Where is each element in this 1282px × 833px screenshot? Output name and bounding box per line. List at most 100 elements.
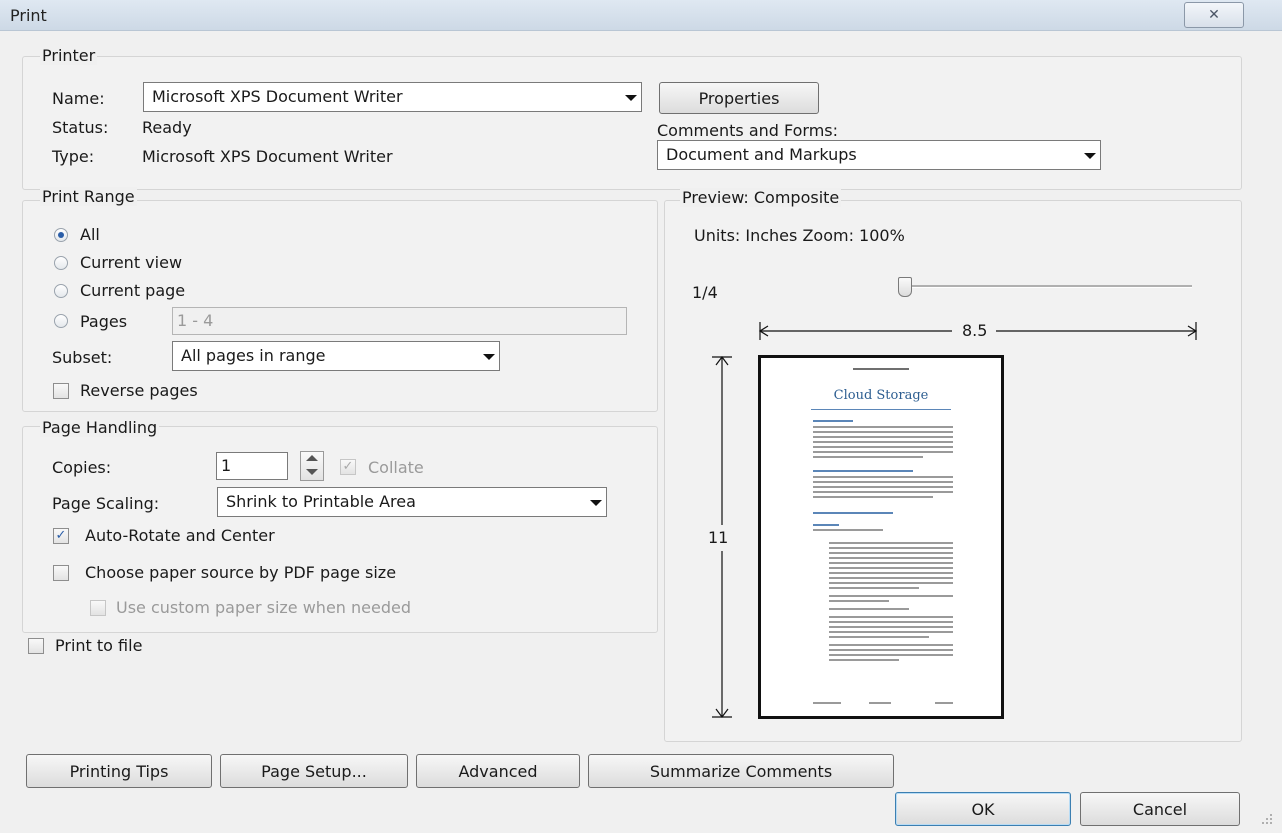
copies-input[interactable]: 1 xyxy=(216,452,288,480)
doc-bullet-line xyxy=(829,567,953,569)
doc-subheading xyxy=(813,524,839,526)
type-label: Type: xyxy=(52,147,95,166)
doc-text-line xyxy=(813,451,953,453)
radio-all[interactable] xyxy=(54,228,68,242)
doc-title-rule xyxy=(811,409,951,410)
window-title: Print xyxy=(10,6,47,25)
print-range-title: Print Range xyxy=(40,187,137,206)
cancel-button[interactable]: Cancel xyxy=(1080,792,1240,826)
doc-header-line xyxy=(853,368,909,370)
height-label: 11 xyxy=(708,528,729,547)
doc-bullet-line xyxy=(829,631,953,633)
doc-text-line xyxy=(813,441,953,443)
doc-bullet-line xyxy=(829,595,953,597)
auto-rotate-checkbox[interactable]: ✓ xyxy=(53,528,69,544)
custom-paper-label: Use custom paper size when needed xyxy=(116,598,411,617)
doc-bullet-line xyxy=(829,654,953,656)
summarize-comments-button[interactable]: Summarize Comments xyxy=(588,754,894,788)
paper-source-checkbox[interactable] xyxy=(53,565,69,581)
doc-bullet-line xyxy=(829,572,953,574)
custom-paper-checkbox[interactable] xyxy=(90,600,106,616)
comments-forms-value: Document and Markups xyxy=(666,145,857,164)
ok-button[interactable]: OK xyxy=(895,792,1071,826)
advanced-button[interactable]: Advanced xyxy=(416,754,580,788)
page-indicator: 1/4 xyxy=(692,283,718,302)
printer-name-select[interactable]: Microsoft XPS Document Writer xyxy=(143,82,642,112)
units-zoom-label: Units: Inches Zoom: 100% xyxy=(694,226,905,245)
radio-current-view[interactable] xyxy=(54,256,68,270)
status-label: Status: xyxy=(52,118,109,137)
doc-footer-center xyxy=(869,702,891,704)
doc-text-line xyxy=(813,529,883,531)
doc-text-line xyxy=(813,456,923,458)
doc-bullet-line xyxy=(829,582,953,584)
comments-forms-select[interactable]: Document and Markups xyxy=(657,140,1101,170)
collate-label: Collate xyxy=(368,458,424,477)
page-setup-label: Page Setup... xyxy=(261,761,367,781)
printer-name-value: Microsoft XPS Document Writer xyxy=(152,87,403,106)
print-to-file-checkbox[interactable] xyxy=(28,638,44,654)
radio-all-label: All xyxy=(80,225,100,244)
reverse-pages-label: Reverse pages xyxy=(80,381,198,400)
status-value: Ready xyxy=(142,118,192,137)
doc-bullet-line xyxy=(829,636,929,638)
doc-text-line xyxy=(813,426,953,428)
chevron-down-icon xyxy=(590,500,602,506)
copies-label: Copies: xyxy=(52,458,112,477)
doc-text-line xyxy=(813,446,953,448)
width-label: 8.5 xyxy=(962,321,988,340)
doc-heading xyxy=(813,470,913,472)
spin-up-icon[interactable] xyxy=(306,455,318,461)
radio-pages-label: Pages xyxy=(80,312,128,331)
type-value: Microsoft XPS Document Writer xyxy=(142,147,393,166)
properties-button[interactable]: Properties xyxy=(659,82,819,114)
page-preview: Cloud Storage xyxy=(758,355,1004,719)
doc-bullet-line xyxy=(829,547,953,549)
page-handling-title: Page Handling xyxy=(40,418,160,437)
printer-name-label: Name: xyxy=(52,89,105,108)
doc-bullet-line xyxy=(829,659,899,661)
copies-spinner[interactable] xyxy=(300,451,324,481)
summarize-comments-label: Summarize Comments xyxy=(649,761,833,781)
doc-text-line xyxy=(813,496,933,498)
subset-value: All pages in range xyxy=(181,346,326,365)
doc-bullet-line xyxy=(829,552,953,554)
subset-select[interactable]: All pages in range xyxy=(172,341,500,371)
doc-bullet-line xyxy=(829,608,909,610)
page-setup-button[interactable]: Page Setup... xyxy=(220,754,408,788)
slider-thumb-icon[interactable] xyxy=(898,277,912,297)
chevron-down-icon xyxy=(1084,153,1096,159)
page-scaling-label: Page Scaling: xyxy=(52,494,160,513)
cancel-label: Cancel xyxy=(1132,799,1188,819)
doc-bullet-line xyxy=(829,626,953,628)
close-button[interactable]: ✕ xyxy=(1184,2,1244,28)
properties-button-label: Properties xyxy=(698,88,780,108)
resize-grip-icon[interactable] xyxy=(1260,812,1274,826)
spin-down-icon[interactable] xyxy=(306,469,318,475)
printer-group-title: Printer xyxy=(40,46,98,65)
doc-bullet-line xyxy=(829,562,953,564)
doc-bullet-line xyxy=(829,557,953,559)
reverse-pages-checkbox[interactable] xyxy=(53,383,69,399)
doc-footer-left xyxy=(813,702,841,704)
doc-text-line xyxy=(813,436,953,438)
radio-current-page[interactable] xyxy=(54,284,68,298)
radio-pages[interactable] xyxy=(54,314,68,328)
page-slider-track[interactable] xyxy=(900,285,1192,288)
doc-text-line xyxy=(813,481,953,483)
doc-bullet-line xyxy=(829,600,889,602)
subset-label: Subset: xyxy=(52,348,113,367)
printing-tips-label: Printing Tips xyxy=(69,761,169,781)
doc-bullet-line xyxy=(829,587,919,589)
collate-checkbox[interactable]: ✓ xyxy=(340,459,356,475)
doc-text-line xyxy=(813,491,953,493)
printing-tips-button[interactable]: Printing Tips xyxy=(26,754,212,788)
preview-title: Preview: Composite xyxy=(680,188,842,207)
doc-footer-right xyxy=(935,702,953,704)
radio-current-view-label: Current view xyxy=(80,253,183,272)
pages-input[interactable]: 1 - 4 xyxy=(172,307,627,335)
page-scaling-select[interactable]: Shrink to Printable Area xyxy=(217,487,607,517)
doc-bullet-line xyxy=(829,616,953,618)
doc-bullet-line xyxy=(829,621,953,623)
doc-title: Cloud Storage xyxy=(833,388,929,403)
